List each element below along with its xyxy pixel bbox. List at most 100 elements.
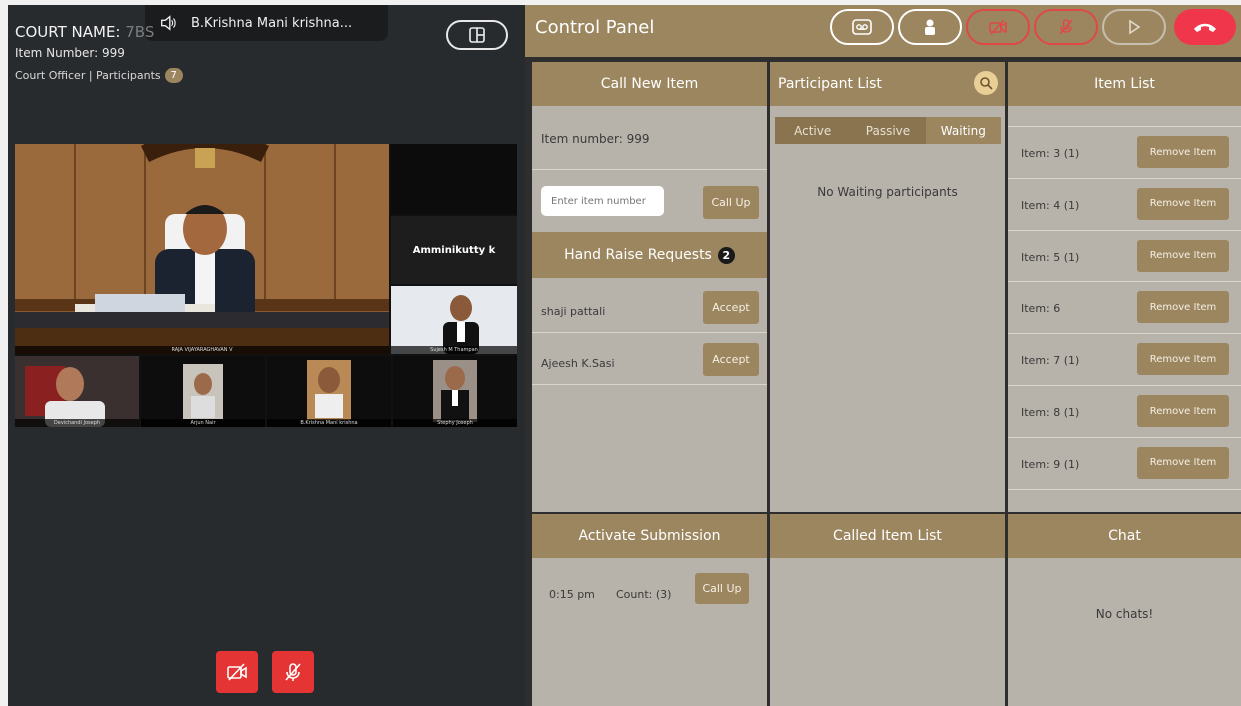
- video-tile[interactable]: Arjun Nair: [141, 356, 265, 427]
- divider: [1008, 177, 1241, 179]
- participant-search-button[interactable]: [974, 71, 998, 95]
- accept-button[interactable]: Accept: [703, 343, 759, 376]
- participant-list-header: Participant List: [770, 62, 1005, 106]
- hand-raise-title: Hand Raise Requests: [564, 247, 712, 263]
- tab-waiting[interactable]: Waiting: [925, 117, 1001, 144]
- remove-item-button[interactable]: Remove Item: [1137, 187, 1229, 220]
- mic-off-icon: [1059, 19, 1073, 35]
- video-mute-all-button[interactable]: [966, 9, 1030, 45]
- court-name-label: COURT NAME:: [15, 23, 121, 41]
- divider: [1008, 488, 1241, 490]
- divider: [1008, 333, 1241, 335]
- participant-empty-text: No Waiting participants: [817, 185, 958, 199]
- submission-count: Count: (3): [616, 588, 672, 601]
- divider: [1008, 229, 1241, 231]
- divider: [532, 332, 767, 333]
- call-new-item-panel: Call New Item Item number: 999 Call Up H…: [532, 62, 767, 512]
- mic-off-icon: [285, 663, 301, 681]
- hang-up-icon: [1194, 23, 1216, 32]
- remove-item-button[interactable]: Remove Item: [1137, 343, 1229, 376]
- item-label: Item: 3 (1): [1021, 147, 1080, 160]
- video-tile[interactable]: Sujesh M Thampan: [391, 286, 517, 354]
- item-label: Item: 7 (1): [1021, 354, 1080, 368]
- layout-toggle-button[interactable]: [446, 20, 508, 50]
- submission-call-up-button[interactable]: Call Up: [695, 573, 749, 604]
- video-off-icon: [989, 19, 1007, 35]
- hand-raise-name: Ajeesh K.Sasi: [541, 357, 615, 370]
- video-grid: RAJA VIJAYARAGHAVAN V Amminikutty k Suje…: [15, 144, 517, 427]
- hand-raise-count-badge: 2: [717, 246, 735, 264]
- camera-off-button[interactable]: [216, 651, 258, 693]
- divider: [532, 384, 767, 385]
- participant-list-title: Participant List: [778, 76, 882, 92]
- active-speaker-tag: B.Krishna Mani krishna...: [145, 5, 388, 41]
- judge-view-button[interactable]: [898, 9, 962, 45]
- divider: [1008, 436, 1241, 438]
- call-up-button[interactable]: Call Up: [703, 186, 759, 219]
- voicemail-icon: [852, 19, 872, 35]
- item-label: Item: 8 (1): [1021, 406, 1080, 419]
- remove-item-button[interactable]: Remove Item: [1137, 136, 1229, 168]
- activate-submission-panel: Activate Submission 0:15 pm Count: (3) C…: [532, 514, 767, 706]
- chat-empty-text: No chats!: [1095, 607, 1154, 621]
- item-list-header: Item List: [1008, 62, 1241, 106]
- divider: [1008, 281, 1241, 283]
- remove-item-button[interactable]: Remove Item: [1137, 291, 1229, 324]
- divider: [532, 169, 767, 170]
- divider: [1008, 126, 1241, 127]
- layout-icon: [469, 27, 485, 43]
- chat-header: Chat: [1008, 514, 1241, 558]
- video-tile[interactable]: Devichandi Joseph: [15, 356, 139, 427]
- video-tile-label: B.Krishna Mani krishna: [267, 419, 391, 427]
- item-label: Item: 9 (1): [1021, 457, 1080, 471]
- video-off-icon: [227, 663, 247, 681]
- tab-passive[interactable]: Passive: [850, 117, 925, 144]
- court-name-value: 7BS: [125, 23, 155, 41]
- video-tile[interactable]: B.Krishna Mani krishna: [267, 356, 391, 427]
- called-item-list-header: Called Item List: [770, 514, 1005, 558]
- officer-label: Court Officer | Participants: [15, 69, 161, 82]
- speaker-icon: [161, 15, 176, 31]
- current-item-number: Item number: 999: [541, 132, 650, 146]
- video-tile-label: Devichandi Joseph: [15, 419, 139, 427]
- video-tile[interactable]: Stephy Joseph: [393, 356, 517, 427]
- play-icon: [1129, 19, 1141, 35]
- video-tile-label: Arjun Nair: [141, 419, 265, 427]
- control-panel: Control Panel Call New Item Item number:…: [525, 5, 1241, 706]
- divider: [1008, 385, 1241, 386]
- remove-item-button[interactable]: Remove Item: [1137, 239, 1229, 272]
- play-button[interactable]: [1102, 9, 1166, 45]
- court-officer-participants[interactable]: Court Officer | Participants 7: [15, 68, 183, 83]
- main-video-tile[interactable]: RAJA VIJAYARAGHAVAN V: [15, 144, 389, 354]
- remove-item-button[interactable]: Remove Item: [1137, 446, 1229, 479]
- hand-raise-header: Hand Raise Requests 2: [532, 232, 767, 278]
- video-tile-label: Stephy Joseph: [393, 419, 517, 427]
- control-panel-title: Control Panel: [535, 17, 655, 38]
- court-name: COURT NAME: 7BS: [15, 23, 154, 41]
- item-label: Item: 5 (1): [1021, 250, 1080, 264]
- recording-button[interactable]: [830, 9, 894, 45]
- active-speaker-name: B.Krishna Mani krishna...: [191, 15, 353, 31]
- side-tile-name[interactable]: Amminikutty k: [391, 216, 517, 284]
- remove-item-button[interactable]: Remove Item: [1137, 395, 1229, 427]
- participant-list-panel: Participant List Active Passive Waiting …: [770, 62, 1005, 512]
- video-tile-label: Sujesh M Thampan: [391, 346, 517, 354]
- called-item-list-panel: Called Item List: [770, 514, 1005, 706]
- side-tile-blank: [391, 144, 517, 214]
- chat-panel: Chat No chats!: [1008, 514, 1241, 706]
- hand-raise-name: shaji pattali: [541, 305, 606, 318]
- audio-mute-all-button[interactable]: [1034, 9, 1098, 45]
- participants-count-badge: 7: [164, 68, 183, 83]
- item-label: Item: 4 (1): [1021, 198, 1080, 212]
- control-panel-header: Control Panel: [525, 5, 1241, 57]
- item-number-input[interactable]: [541, 186, 664, 216]
- main-video-label: RAJA VIJAYARAGHAVAN V: [15, 346, 389, 354]
- participant-tabs: Active Passive Waiting: [775, 117, 1001, 144]
- accept-button[interactable]: Accept: [703, 291, 759, 324]
- end-call-button[interactable]: [1174, 9, 1236, 45]
- person-icon: [925, 19, 935, 35]
- mic-off-button[interactable]: [272, 651, 314, 693]
- activate-submission-header: Activate Submission: [532, 514, 767, 558]
- search-icon: [980, 77, 993, 90]
- tab-active[interactable]: Active: [775, 117, 850, 144]
